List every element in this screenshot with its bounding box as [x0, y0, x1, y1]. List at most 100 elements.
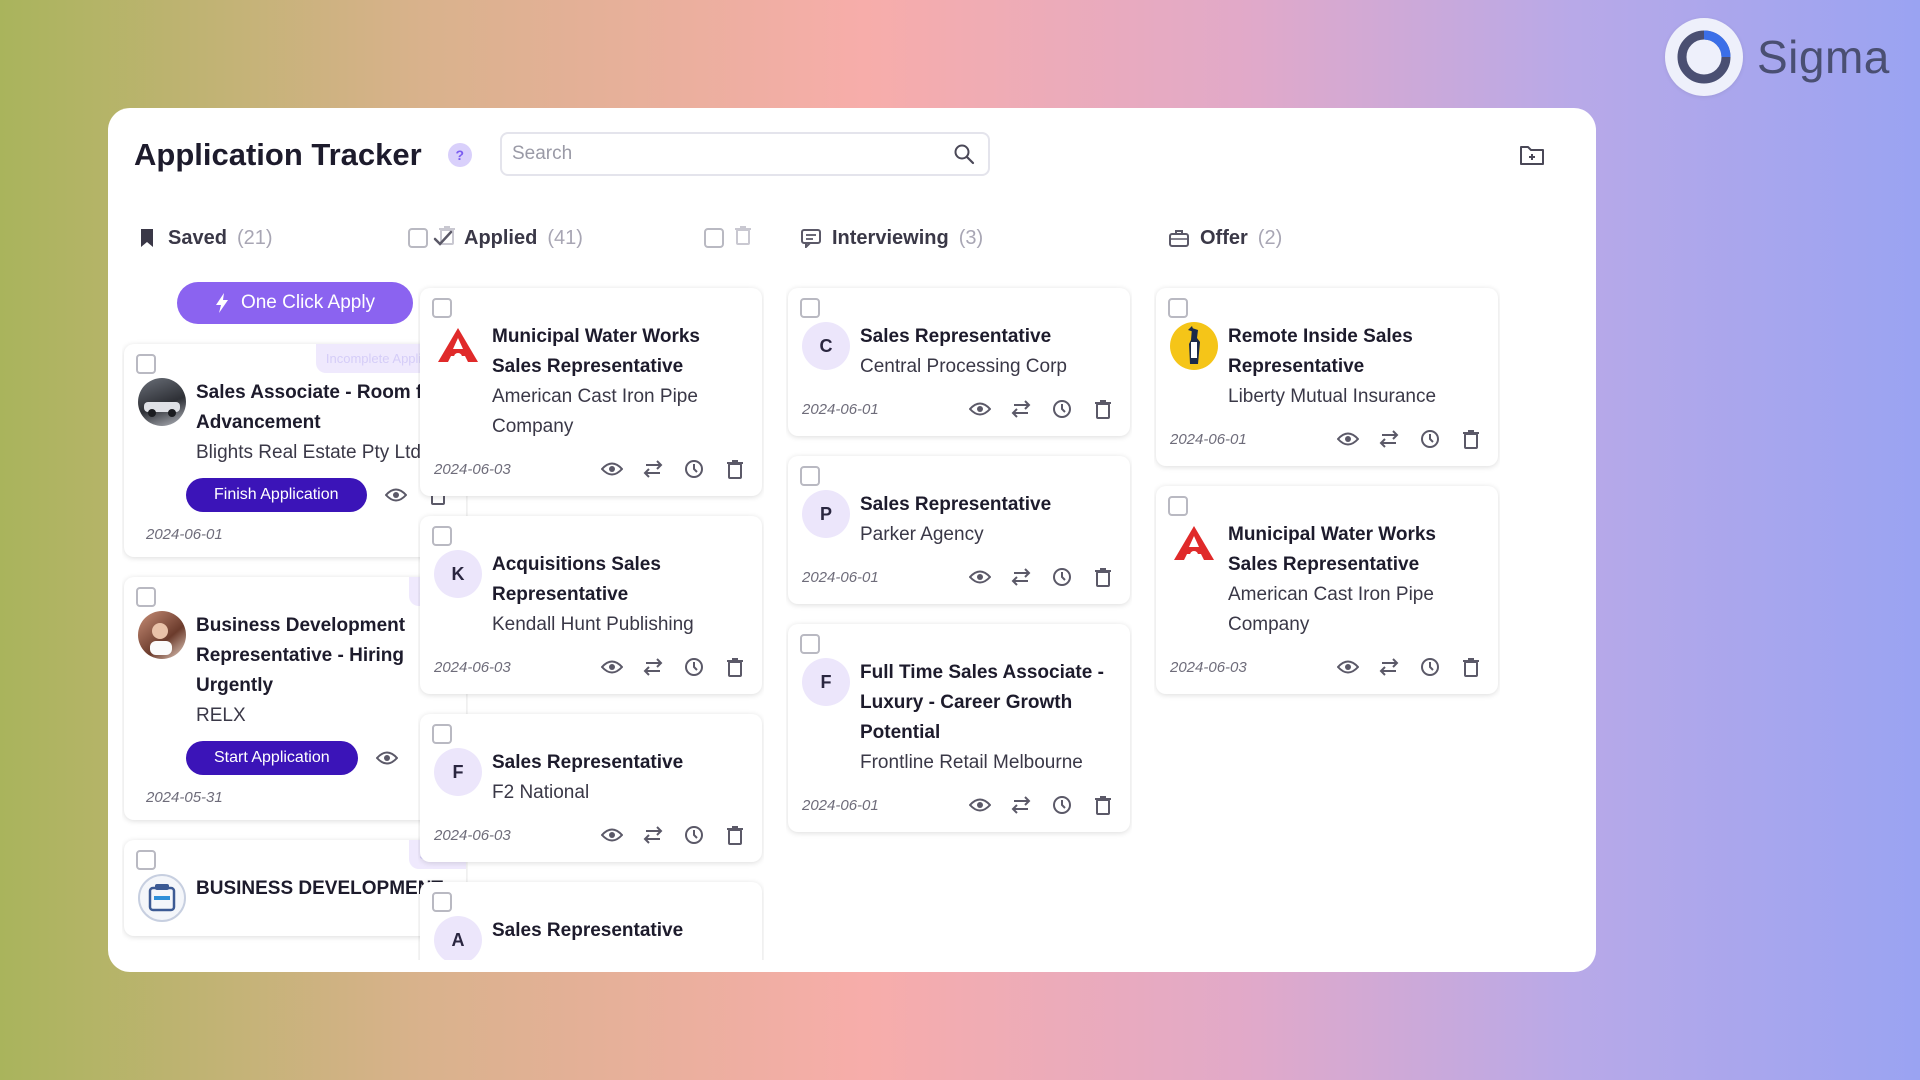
trash-icon[interactable]: [1090, 396, 1116, 422]
eye-icon[interactable]: [374, 745, 400, 771]
trash-icon[interactable]: [1458, 426, 1484, 452]
company-initial: K: [434, 550, 482, 598]
card-checkbox[interactable]: [432, 892, 452, 912]
card-checkbox[interactable]: [136, 587, 156, 607]
job-title[interactable]: Sales Representative: [860, 322, 1116, 352]
job-card[interactable]: Municipal Water Works Sales Representati…: [420, 288, 762, 496]
column-applied: Applied (41) Municipal Water Works Sales…: [418, 208, 764, 960]
trash-icon[interactable]: [1090, 564, 1116, 590]
check-icon: [432, 227, 454, 249]
eye-icon[interactable]: [383, 482, 409, 508]
brand-name: Sigma: [1757, 31, 1890, 83]
job-title[interactable]: Municipal Water Works Sales Representati…: [1228, 520, 1484, 580]
history-icon[interactable]: [1049, 396, 1075, 422]
help-icon[interactable]: ?: [447, 143, 472, 167]
history-icon[interactable]: [1417, 426, 1443, 452]
card-checkbox[interactable]: [136, 850, 156, 870]
select-all-checkbox[interactable]: [704, 228, 724, 248]
job-card[interactable]: Saved BUSINESS DEVELOPMENT: [124, 840, 466, 936]
history-icon[interactable]: [1049, 564, 1075, 590]
company-initial: A: [434, 916, 482, 960]
eye-icon[interactable]: [1335, 426, 1361, 452]
folder-icon[interactable]: [1516, 140, 1548, 170]
job-title[interactable]: Sales Associate - Room for Advancement: [196, 378, 452, 438]
brand: Sigma: [1665, 18, 1890, 96]
eye-icon[interactable]: [1335, 654, 1361, 680]
company-name: American Cast Iron Pipe Company: [492, 386, 698, 437]
card-date: 2024-06-03: [434, 658, 511, 676]
job-title[interactable]: Sales Representative: [492, 748, 748, 778]
job-card[interactable]: K Acquisitions Sales Representative Kend…: [420, 516, 762, 694]
card-date: 2024-06-03: [434, 460, 511, 478]
job-title[interactable]: Acquisitions Sales Representative: [492, 550, 748, 610]
card-checkbox[interactable]: [432, 298, 452, 318]
chat-icon: [800, 227, 822, 249]
swap-icon[interactable]: [1008, 792, 1034, 818]
job-card[interactable]: Remote Inside Sales Representative Liber…: [1156, 288, 1498, 466]
eye-icon[interactable]: [967, 564, 993, 590]
card-checkbox[interactable]: [1168, 298, 1188, 318]
start-application-button[interactable]: Start Application: [186, 741, 358, 775]
swap-icon[interactable]: [1376, 654, 1402, 680]
trash-icon[interactable]: [722, 822, 748, 848]
finish-application-button[interactable]: Finish Application: [186, 478, 367, 512]
trash-icon[interactable]: [722, 456, 748, 482]
history-icon[interactable]: [1049, 792, 1075, 818]
card-checkbox[interactable]: [800, 298, 820, 318]
history-icon[interactable]: [681, 822, 707, 848]
search-icon[interactable]: [950, 140, 978, 168]
history-icon[interactable]: [1417, 654, 1443, 680]
eye-icon[interactable]: [967, 792, 993, 818]
trash-icon[interactable]: [1458, 654, 1484, 680]
job-title[interactable]: Business Development Representative - Hi…: [196, 611, 452, 701]
job-title[interactable]: BUSINESS DEVELOPMENT: [196, 874, 452, 904]
card-checkbox[interactable]: [136, 354, 156, 374]
history-icon[interactable]: [681, 654, 707, 680]
company-initial: F: [434, 748, 482, 796]
job-card[interactable]: C Sales Representative Central Processin…: [788, 288, 1130, 436]
job-card[interactable]: Saved Business Development Representativ…: [124, 577, 466, 820]
job-card[interactable]: Municipal Water Works Sales Representati…: [1156, 486, 1498, 694]
job-card[interactable]: Incomplete Application Sales Associate -…: [124, 344, 466, 557]
search-input[interactable]: [512, 143, 950, 165]
job-card[interactable]: P Sales Representative Parker Agency 202…: [788, 456, 1130, 604]
trash-icon[interactable]: [1090, 792, 1116, 818]
job-card[interactable]: F Full Time Sales Associate - Luxury - C…: [788, 624, 1130, 832]
swap-icon[interactable]: [1376, 426, 1402, 452]
trash-icon[interactable]: [734, 225, 752, 251]
swap-icon[interactable]: [640, 822, 666, 848]
card-checkbox[interactable]: [800, 466, 820, 486]
job-title[interactable]: Sales Representative: [492, 916, 748, 946]
company-logo: [138, 874, 186, 922]
history-icon[interactable]: [681, 456, 707, 482]
job-title[interactable]: Sales Representative: [860, 490, 1116, 520]
card-checkbox[interactable]: [432, 526, 452, 546]
card-checkbox[interactable]: [800, 634, 820, 654]
company-initial: C: [802, 322, 850, 370]
swap-icon[interactable]: [1008, 396, 1034, 422]
card-checkbox[interactable]: [432, 724, 452, 744]
eye-icon[interactable]: [599, 456, 625, 482]
job-title[interactable]: Full Time Sales Associate - Luxury - Car…: [860, 658, 1116, 748]
one-click-apply-button[interactable]: One Click Apply: [177, 282, 413, 324]
swap-icon[interactable]: [640, 456, 666, 482]
swap-icon[interactable]: [640, 654, 666, 680]
company-name: American Cast Iron Pipe Company: [1228, 584, 1434, 635]
tracker-header: Application Tracker ?: [134, 130, 1570, 180]
eye-icon[interactable]: [967, 396, 993, 422]
job-title[interactable]: Municipal Water Works Sales Representati…: [492, 322, 748, 382]
job-card[interactable]: F Sales Representative F2 National 2024-…: [420, 714, 762, 862]
sigma-logo-icon: [1665, 18, 1743, 96]
swap-icon[interactable]: [1008, 564, 1034, 590]
column-interviewing: Interviewing (3) C Sales Representative …: [786, 208, 1132, 960]
eye-icon[interactable]: [599, 822, 625, 848]
card-checkbox[interactable]: [1168, 496, 1188, 516]
company-name: Central Processing Corp: [860, 356, 1067, 377]
trash-icon[interactable]: [722, 654, 748, 680]
card-date: 2024-06-01: [146, 526, 223, 543]
job-title[interactable]: Remote Inside Sales Representative: [1228, 322, 1484, 382]
column-header: Offer (2): [1154, 208, 1500, 268]
eye-icon[interactable]: [599, 654, 625, 680]
job-card[interactable]: A Sales Representative: [420, 882, 762, 960]
column-count: (21): [236, 226, 273, 249]
